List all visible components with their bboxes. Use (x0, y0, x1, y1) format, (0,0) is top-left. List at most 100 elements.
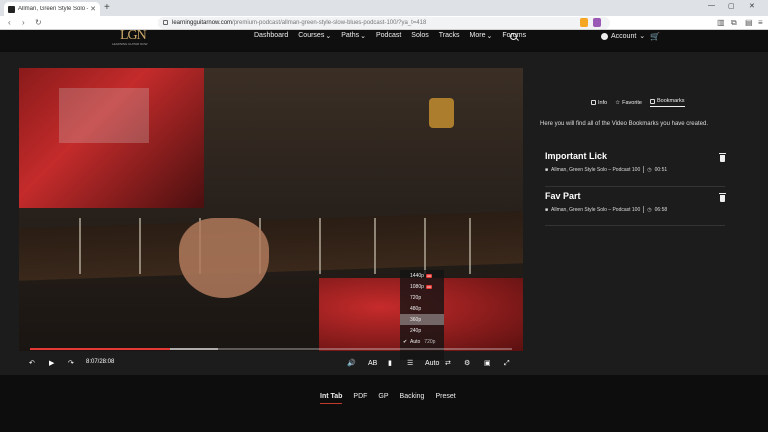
tab-int-tab[interactable]: Int Tab (320, 393, 343, 404)
close-window-icon[interactable]: ✕ (749, 2, 755, 10)
star-icon: ☆ (615, 99, 621, 106)
divider (545, 186, 725, 187)
video-controls: ↶ ▶ ↷ 8:07/28:08 🔊 AB ▮ ☰ Auto ⇄ ⚙ ▣ ⤢ (19, 356, 523, 372)
bookmark-meta: ■ Allman, Green Style Solo – Podcast 100… (545, 206, 735, 213)
delete-bookmark-icon[interactable] (719, 153, 726, 162)
back-icon[interactable]: ‹ (8, 17, 11, 29)
wallet-icon[interactable]: ▤ (745, 17, 753, 29)
bookmarks-description: Here you will find all of the Video Book… (540, 121, 708, 127)
pip-icon[interactable]: ▣ (484, 358, 491, 370)
nav-item-courses[interactable]: Courses (298, 32, 324, 40)
nav-item-tracks[interactable]: Tracks (439, 32, 460, 40)
tab-backing[interactable]: Backing (400, 393, 425, 404)
forward-icon[interactable]: › (22, 17, 25, 29)
fret-line (79, 218, 81, 274)
account-menu[interactable]: Account ⌄ (601, 32, 645, 40)
site-logo[interactable]: LGN LEARNING GUITAR NOW (112, 28, 160, 48)
bookmark-time: 06:58 (654, 206, 668, 213)
video-icon: ■ (545, 206, 549, 213)
chevron-down-icon: ⌄ (325, 33, 332, 40)
browser-tab[interactable]: Allman, Green Style Solo – Podc ✕ (4, 2, 100, 16)
url-host: learningguitarnow.com (172, 20, 233, 26)
chapters-icon[interactable]: ☰ (407, 358, 413, 370)
quality-option[interactable]: 720p (400, 292, 444, 303)
resource-tabs: Int Tab PDF GP Backing Preset (320, 393, 456, 404)
separator (643, 166, 645, 173)
hand-shape (179, 218, 269, 298)
tab-favorite[interactable]: ☆ Favorite (615, 98, 642, 107)
fullscreen-icon[interactable]: ⤢ (504, 358, 510, 370)
bookmark-item[interactable]: Fav Part ■ Allman, Green Style Solo – Po… (545, 191, 735, 213)
settings-icon[interactable]: ⚙ (464, 358, 470, 370)
progress-bar[interactable] (30, 348, 512, 350)
rewind-icon[interactable]: ↶ (29, 358, 35, 370)
info-icon (591, 100, 596, 105)
quality-current: 720p (424, 338, 436, 345)
site-page: LGN LEARNING GUITAR NOW Dashboard Courses… (0, 28, 768, 432)
tab-pdf[interactable]: PDF (353, 393, 367, 404)
sidebar-toggle-icon[interactable]: ▥ (717, 17, 725, 29)
quality-label: 480p (410, 305, 422, 312)
nav-item-more[interactable]: More (470, 32, 486, 40)
quality-option[interactable]: 240p (400, 325, 444, 336)
reload-icon[interactable]: ↻ (35, 17, 42, 29)
brave-shield-icon[interactable] (580, 18, 588, 27)
cart-icon[interactable]: 🛒 (650, 32, 660, 41)
video-player[interactable] (19, 68, 523, 351)
quality-option[interactable]: 1080p HD (400, 281, 444, 292)
quality-button[interactable]: Auto (425, 358, 439, 370)
quality-option[interactable]: 360p (400, 314, 444, 325)
bookmark-item[interactable]: Important Lick ■ Allman, Green Style Sol… (545, 151, 735, 173)
address-bar[interactable]: learningguitarnow.com/premium-podcast/al… (158, 17, 610, 29)
menu-icon[interactable]: ≡ (758, 17, 763, 29)
bookmark-lesson: Allman, Green Style Solo – Podcast 100 (551, 206, 641, 213)
hd-badge: HD (425, 273, 433, 278)
sidebar-tabs: Info ☆ Favorite Bookmarks (591, 98, 685, 107)
bookmark-icon (650, 98, 655, 104)
maximize-icon[interactable]: ▢ (728, 2, 735, 10)
tab-gp[interactable]: GP (378, 393, 388, 404)
fret-line (374, 218, 376, 274)
video-icon: ■ (545, 166, 549, 173)
divider (545, 225, 725, 226)
minimize-icon[interactable]: — (708, 2, 715, 9)
forward-skip-icon[interactable]: ↷ (68, 358, 74, 370)
quality-option[interactable]: ✔ Auto 720p (400, 336, 444, 347)
browser-tabbar: Allman, Green Style Solo – Podc ✕ + — ▢ … (0, 0, 768, 16)
bookmark-lesson: Allman, Green Style Solo – Podcast 100 (551, 166, 641, 173)
tab-bookmarks[interactable]: Bookmarks (650, 98, 685, 107)
lamp-shape (429, 98, 454, 128)
quality-label: 360p (410, 316, 422, 323)
tab-label: Favorite (622, 99, 642, 106)
nav-item-solos[interactable]: Solos (411, 32, 429, 40)
chevron-down-icon: ⌄ (360, 33, 366, 40)
played-bar (30, 348, 170, 350)
quality-label: 1440p (410, 272, 424, 279)
play-icon[interactable]: ▶ (49, 358, 54, 370)
bookmark-icon[interactable]: ▮ (388, 358, 392, 370)
time-display: 8:07/28:08 (86, 359, 115, 365)
extensions-icon[interactable]: ⧉ (731, 17, 737, 29)
speed-icon[interactable]: ⇄ (445, 358, 451, 370)
nav-item-podcast[interactable]: Podcast (376, 32, 401, 40)
fret-line (139, 218, 141, 274)
nav-item-paths[interactable]: Paths (341, 32, 359, 40)
rewards-icon[interactable] (593, 18, 601, 27)
close-tab-icon[interactable]: ✕ (90, 5, 96, 13)
new-tab-icon[interactable]: + (104, 2, 110, 14)
tab-info[interactable]: Info (591, 98, 607, 107)
lock-icon (163, 20, 168, 25)
logo-subtitle: LEARNING GUITAR NOW (112, 42, 148, 46)
delete-bookmark-icon[interactable] (719, 193, 726, 202)
separator (643, 206, 645, 213)
ab-loop-button[interactable]: AB (368, 358, 377, 370)
search-icon[interactable] (510, 33, 517, 40)
quality-option[interactable]: 1440p HD (400, 270, 444, 281)
tab-preset[interactable]: Preset (435, 393, 455, 404)
quality-option[interactable]: 480p (400, 303, 444, 314)
nav-item-dashboard[interactable]: Dashboard (254, 32, 288, 40)
volume-icon[interactable]: 🔊 (347, 358, 356, 370)
bookmarks-sidebar: Info ☆ Favorite Bookmarks Here you will f… (538, 90, 748, 240)
account-label: Account (611, 32, 637, 40)
bookmark-title: Fav Part (545, 191, 581, 201)
